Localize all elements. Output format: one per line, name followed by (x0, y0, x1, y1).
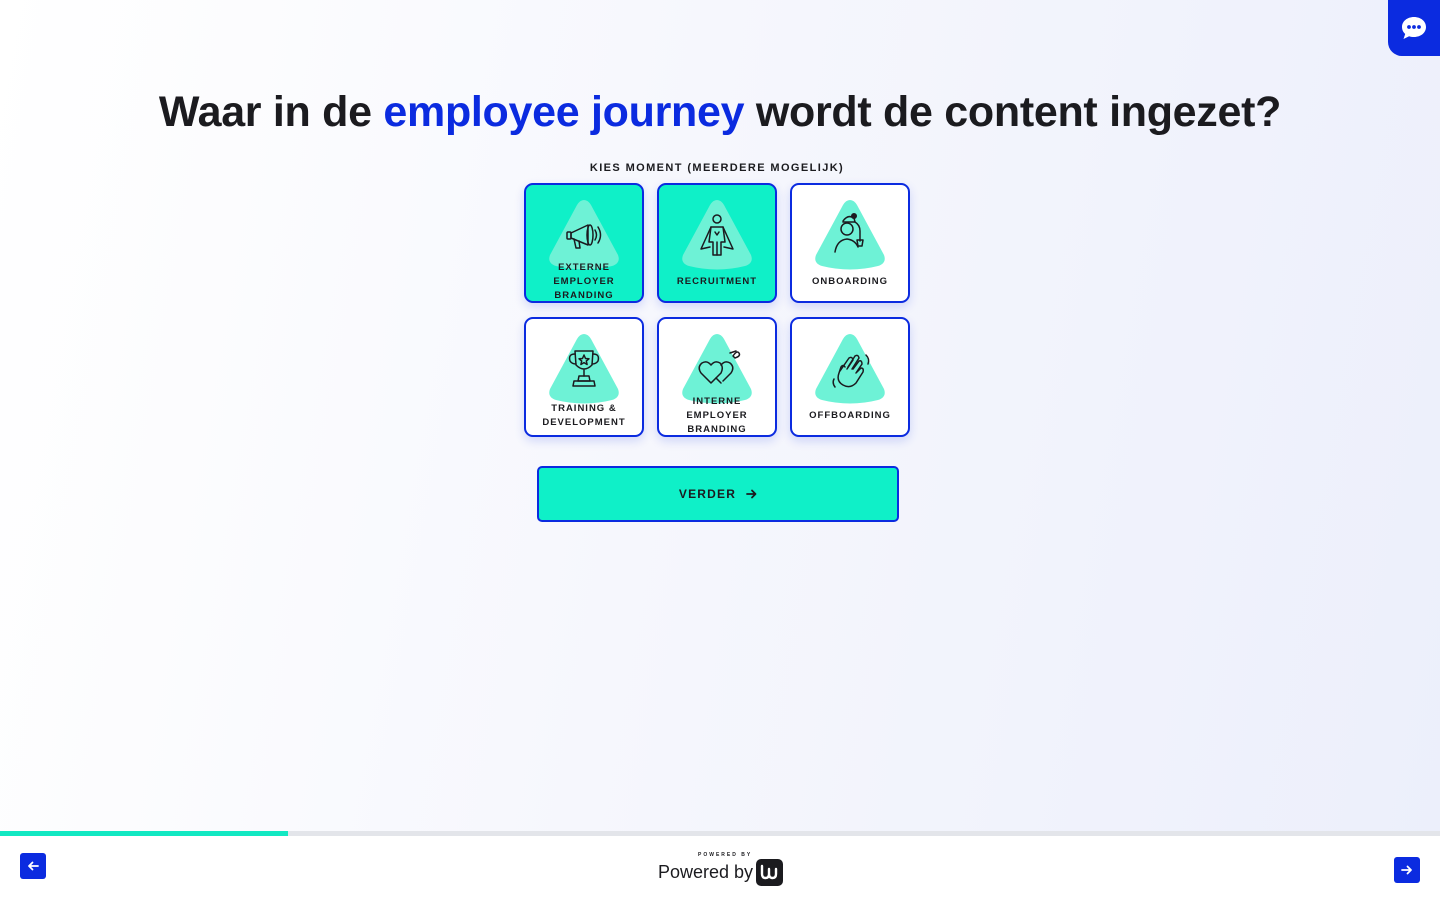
footer: POWERED BY Powered by (0, 836, 1440, 900)
moment-options: EXTERNE EMPLOYER BRANDING RECRUITMENT ON… (524, 183, 910, 437)
arrow-right-icon (1401, 865, 1412, 875)
continue-button[interactable]: VERDER (537, 466, 899, 522)
option-label: EXTERNE EMPLOYER BRANDING (553, 262, 615, 301)
powered-by-label: Powered by (658, 862, 754, 882)
option-offboarding[interactable]: OFFBOARDING (790, 317, 910, 437)
page-title: Waar in de employee journey wordt de con… (158, 88, 1282, 136)
option-recruitment[interactable]: RECRUITMENT (657, 183, 777, 303)
previous-button[interactable] (20, 853, 46, 879)
option-label: TRAINING & DEVELOPMENT (542, 403, 626, 428)
chat-button[interactable] (1388, 0, 1440, 56)
option-interne-employer-branding[interactable]: INTERNE EMPLOYER BRANDING (657, 317, 777, 437)
option-label: OFFBOARDING (809, 410, 891, 421)
superhero-icon (682, 200, 752, 270)
title-accent: employee journey (383, 88, 745, 136)
brand-logo-icon (756, 859, 783, 886)
chat-bubble-icon (1402, 17, 1426, 39)
trophy-icon (549, 334, 619, 404)
waving-hand-icon (815, 334, 885, 404)
option-label: INTERNE EMPLOYER BRANDING (686, 396, 748, 435)
powered-by-link[interactable]: POWERED BY Powered by (658, 852, 788, 888)
option-onboarding[interactable]: ONBOARDING (790, 183, 910, 303)
choice-instruction: KIES MOMENT (MEERDERE MOGELIJK) (589, 162, 845, 174)
option-training-development[interactable]: TRAINING & DEVELOPMENT (524, 317, 644, 437)
arrow-right-icon (746, 489, 757, 499)
arrow-left-icon (28, 861, 39, 871)
powered-by-small-label: POWERED BY (698, 852, 753, 858)
continue-label: VERDER (678, 487, 737, 501)
option-externe-employer-branding[interactable]: EXTERNE EMPLOYER BRANDING (524, 183, 644, 303)
next-button[interactable] (1394, 857, 1420, 883)
option-label: RECRUITMENT (676, 276, 758, 287)
new-employee-icon (815, 200, 885, 270)
option-label: ONBOARDING (812, 276, 888, 287)
